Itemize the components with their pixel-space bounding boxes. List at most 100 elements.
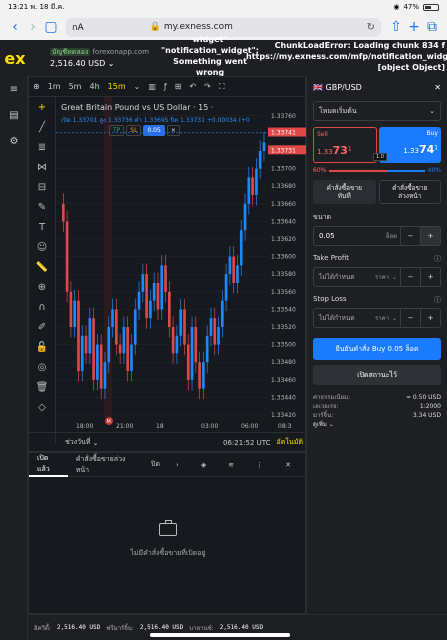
- indicators-icon[interactable]: ƒ: [160, 82, 171, 91]
- zoom-in-icon[interactable]: ⊕: [29, 277, 55, 297]
- prediction-icon[interactable]: ⊟: [29, 177, 55, 197]
- candle-body: [156, 283, 160, 310]
- menu-icon[interactable]: ≡: [0, 76, 28, 102]
- templates-icon[interactable]: ⊞: [171, 82, 186, 91]
- text-tool-icon[interactable]: T: [29, 217, 55, 237]
- fib-icon[interactable]: ≣: [29, 137, 55, 157]
- equity-value: 2,516.40 USD: [56, 624, 101, 631]
- decrement-button[interactable]: −: [400, 309, 420, 327]
- chevron-down-icon: ⌄: [429, 107, 435, 115]
- candle-body: [88, 318, 92, 354]
- more-link[interactable]: ดูเพิ่ม: [313, 420, 327, 429]
- event-marker-label: M: [107, 419, 111, 425]
- forward-icon[interactable]: ›: [24, 19, 42, 35]
- mode-select[interactable]: โหมดเริ่มต้น ⌄: [313, 101, 441, 121]
- tf-15m[interactable]: 15m: [104, 82, 130, 91]
- wifi-icon: ◉: [393, 3, 400, 11]
- candle-body: [251, 177, 254, 195]
- layers-icon[interactable]: ≋: [220, 453, 242, 477]
- lock-drawings-icon[interactable]: ✐: [29, 317, 55, 337]
- crosshair-icon[interactable]: +: [29, 97, 55, 117]
- date-range-button[interactable]: ช่วงวันที่: [65, 437, 90, 448]
- close-panel-icon[interactable]: ✕: [434, 83, 441, 92]
- tab-open[interactable]: เปิดแล้ว: [29, 453, 68, 477]
- bookmarks-icon[interactable]: ▢: [42, 19, 60, 35]
- magnet-icon[interactable]: ∩: [29, 297, 55, 317]
- tab-pending-order[interactable]: คำสั่งซื้อขาย ล่วงหน้า: [378, 180, 441, 204]
- tf-1m[interactable]: 1m: [44, 82, 65, 91]
- price-chart[interactable]: 1.337601.337401.337201.337001.336801.336…: [56, 97, 306, 432]
- back-icon[interactable]: ‹: [6, 19, 24, 35]
- take-profit-field[interactable]: ไม่ได้กำหนด ราคา ⌄ − +: [313, 267, 441, 287]
- tp-button[interactable]: TP: [109, 125, 125, 136]
- chart-type-icon[interactable]: ▥: [144, 82, 160, 91]
- increment-button[interactable]: +: [420, 309, 440, 327]
- orders-icon[interactable]: ▤: [0, 102, 28, 128]
- redo-icon[interactable]: ↷: [200, 82, 215, 91]
- candle-body: [255, 168, 258, 195]
- pattern-icon[interactable]: ⋈: [29, 157, 55, 177]
- chevron-right-icon[interactable]: ›: [168, 453, 187, 477]
- close-icon[interactable]: ✕: [277, 453, 299, 477]
- sell-button[interactable]: Sell 1.33731: [313, 127, 377, 163]
- timeframe-chevron-icon[interactable]: ⌄: [130, 82, 145, 91]
- tab-market-order[interactable]: คำสั่งซื้อขาย ทันที: [313, 180, 376, 204]
- collapse-icon[interactable]: ◇: [29, 397, 55, 417]
- help-icon[interactable]: ⓘ: [434, 295, 441, 305]
- time-tick-label: 18:00: [76, 423, 93, 430]
- emoji-icon[interactable]: ☺: [29, 237, 55, 257]
- help-icon[interactable]: ⓘ: [434, 254, 441, 264]
- ruler-icon[interactable]: 📏: [29, 257, 55, 277]
- open-position-button[interactable]: เปิดสถานะไว้: [313, 365, 441, 385]
- clock: 13:21: [8, 3, 29, 11]
- sl-button[interactable]: SL: [126, 125, 142, 136]
- auto-scale-button[interactable]: อัตโนมัติ: [277, 437, 303, 448]
- account-site: forexonapp.com: [92, 48, 150, 56]
- trendline-icon[interactable]: ╱: [29, 117, 55, 137]
- buy-button[interactable]: Buy 1.33741: [379, 127, 441, 163]
- settings-icon[interactable]: ⚙: [0, 128, 28, 154]
- tab-pending[interactable]: คำสั่งซื้อขายล่วงหน้า: [68, 453, 143, 477]
- more-icon[interactable]: ⋮: [248, 453, 271, 477]
- time-tick-label: 21:00: [116, 423, 133, 430]
- drawing-toolbar: + ╱ ≣ ⋈ ⊟ ✎ T ☺ 📏 ⊕ ∩ ✐ 🔓 ◎ 🗑 ◇: [29, 97, 56, 443]
- exness-logo[interactable]: ex: [0, 40, 30, 76]
- decrement-button[interactable]: −: [400, 227, 420, 245]
- tab-closed[interactable]: ปิด: [143, 453, 168, 477]
- price-tick-label: 1.33580: [271, 271, 296, 278]
- volume-field[interactable]: 0.05 ล็อต − +: [313, 226, 441, 246]
- chart-footer: ช่วงวันที่ ⌄ 06:21:52 UTC อัตโนมัติ: [29, 432, 307, 452]
- view-icon[interactable]: ◈: [193, 453, 214, 477]
- reload-icon[interactable]: ↻: [367, 22, 375, 33]
- reader-aa-button[interactable]: กA: [72, 20, 84, 34]
- brush-icon[interactable]: ✎: [29, 197, 55, 217]
- tf-5m[interactable]: 5m: [65, 82, 86, 91]
- lock-icon[interactable]: 🔓: [29, 337, 55, 357]
- undo-icon[interactable]: ↶: [185, 82, 200, 91]
- lot-badge[interactable]: 0.05: [143, 125, 165, 136]
- candle-body: [69, 291, 73, 327]
- trash-icon[interactable]: 🗑: [29, 377, 55, 397]
- price-tick-label: 1.33620: [271, 236, 296, 243]
- fullscreen-icon[interactable]: ⛶: [215, 82, 229, 92]
- add-symbol-icon[interactable]: ⊕: [29, 82, 44, 91]
- spread-badge: 1.0: [373, 153, 387, 161]
- order-info: ค่าธรรมเนียม: ≈ 0.50 USD เลเวอเรจ: 1:2000 …: [313, 394, 441, 429]
- price-tick-label: 1.33640: [271, 218, 296, 225]
- tf-4h[interactable]: 4h: [85, 82, 103, 91]
- stop-loss-field[interactable]: ไม่ได้กำหนด ราคา ⌄ − +: [313, 308, 441, 328]
- share-icon[interactable]: ⇧: [387, 19, 405, 35]
- close-quick-icon[interactable]: ×: [166, 125, 180, 136]
- tabs-icon[interactable]: ⧉: [423, 19, 441, 35]
- account-selector[interactable]: บัญชีทดลอง forexonapp.com 2,516.40 USD ⌄: [30, 47, 149, 69]
- visibility-icon[interactable]: ◎: [29, 357, 55, 377]
- confirm-buy-button[interactable]: ยืนยันคำสั่ง Buy 0.05 ล็อต: [313, 338, 441, 360]
- increment-button[interactable]: +: [420, 268, 440, 286]
- decrement-button[interactable]: −: [400, 268, 420, 286]
- utc-clock[interactable]: 06:21:52 UTC: [223, 439, 271, 447]
- increment-button[interactable]: +: [420, 227, 440, 245]
- ask-price-label: 1.33741: [271, 130, 296, 137]
- price-tick-label: 1.33500: [271, 342, 296, 349]
- new-tab-icon[interactable]: +: [405, 19, 423, 35]
- flag-icon: 🇬🇧: [313, 82, 323, 92]
